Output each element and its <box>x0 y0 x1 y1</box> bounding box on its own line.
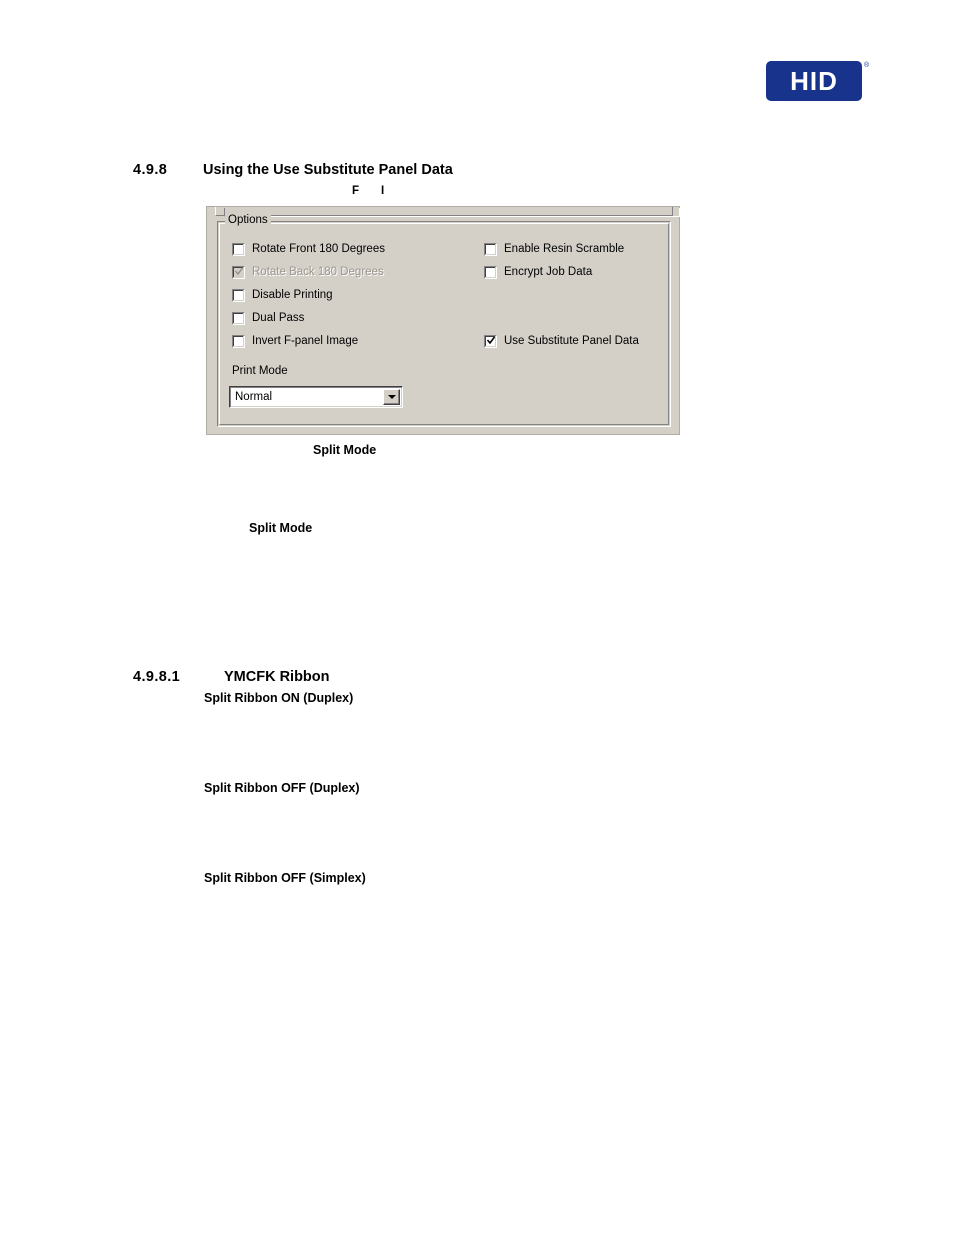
clipped-groupbox-top <box>215 207 680 217</box>
trademark-symbol: ® <box>864 62 870 69</box>
checkbox-invert-f-panel-image[interactable]: Invert F-panel Image <box>232 333 358 349</box>
print-mode-dropdown[interactable]: Normal <box>229 386 403 408</box>
checkbox-box[interactable] <box>232 334 245 348</box>
checkbox-rotate-back-180: Rotate Back 180 Degrees <box>232 264 384 280</box>
checkmark-icon <box>487 336 495 344</box>
checkbox-label: Enable Resin Scramble <box>504 242 625 255</box>
text-fragment-i: I <box>381 185 385 197</box>
checkbox-box[interactable] <box>484 334 497 348</box>
print-mode-label: Print Mode <box>232 365 288 377</box>
checkbox-rotate-front-180[interactable]: Rotate Front 180 Degrees <box>232 241 385 257</box>
dropdown-button[interactable] <box>383 389 400 405</box>
label-split-ribbon-off-simplex: Split Ribbon OFF (Simplex) <box>204 871 366 885</box>
chevron-down-icon <box>387 395 396 399</box>
checkbox-label: Rotate Front 180 Degrees <box>252 242 385 255</box>
clipped-groupbox-top-inner <box>224 208 680 217</box>
checkbox-label: Encrypt Job Data <box>504 265 593 278</box>
checkbox-label: Use Substitute Panel Data <box>504 334 639 347</box>
label-split-ribbon-off-duplex: Split Ribbon OFF (Duplex) <box>204 781 360 795</box>
checkbox-label: Invert F-panel Image <box>252 334 359 347</box>
figure-caption: Split Mode <box>313 443 377 457</box>
checkbox-label: Dual Pass <box>252 311 305 324</box>
checkmark-icon <box>235 267 243 275</box>
section-title: Using the Use Substitute Panel Data <box>203 162 453 178</box>
subsection-number: 4.9.8.1 <box>133 669 181 685</box>
checkbox-dual-pass[interactable]: Dual Pass <box>232 310 304 326</box>
checkbox-box[interactable] <box>232 311 245 325</box>
checkbox-enable-resin-scramble[interactable]: Enable Resin Scramble <box>484 241 624 257</box>
checkbox-use-substitute-panel-data[interactable]: Use Substitute Panel Data <box>484 333 639 349</box>
checkbox-box[interactable] <box>484 265 497 279</box>
checkbox-box[interactable] <box>232 288 245 302</box>
label-split-ribbon-on-duplex: Split Ribbon ON (Duplex) <box>204 691 354 705</box>
checkbox-label: Disable Printing <box>252 288 333 301</box>
checkbox-box[interactable] <box>232 242 245 256</box>
checkbox-box <box>232 265 245 279</box>
text-fragment-f: F <box>352 185 360 197</box>
print-mode-value: Normal <box>235 391 273 403</box>
printer-options-dialog: Options Rotate Front 180 Degrees Rotate … <box>206 206 680 435</box>
checkbox-encrypt-job-data[interactable]: Encrypt Job Data <box>484 264 592 280</box>
hid-logo-text: HID <box>790 65 838 96</box>
checkbox-disable-printing[interactable]: Disable Printing <box>232 287 333 303</box>
hid-logo: HID <box>766 61 862 101</box>
subsection-title: YMCFK Ribbon <box>224 669 330 685</box>
options-groupbox-label: Options <box>225 214 271 226</box>
body-text-split-mode: Split Mode <box>249 521 313 535</box>
checkbox-label: Rotate Back 180 Degrees <box>252 265 384 278</box>
checkbox-box[interactable] <box>484 242 497 256</box>
section-number: 4.9.8 <box>133 162 168 178</box>
